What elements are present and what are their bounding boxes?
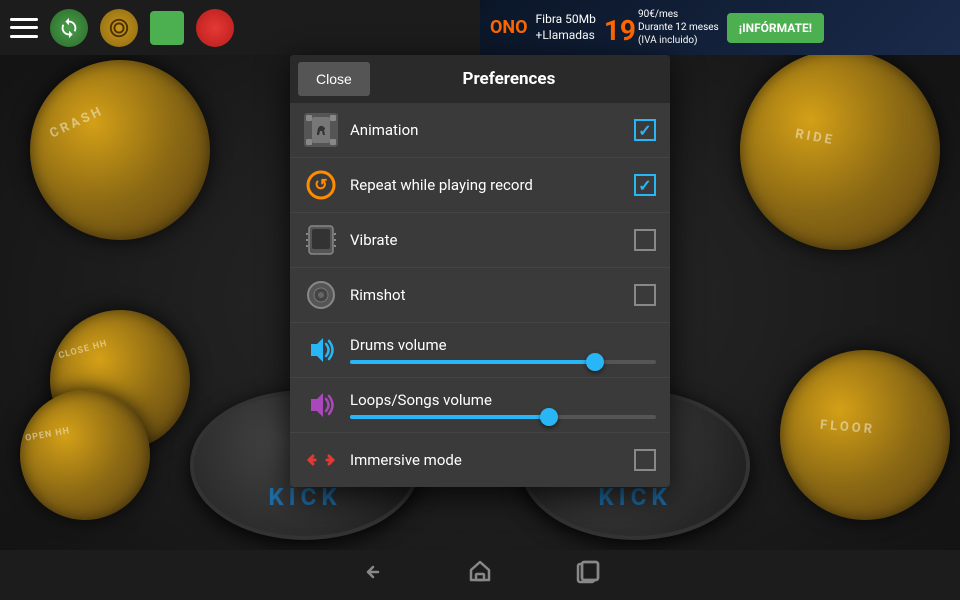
animation-label: Animation: [350, 121, 634, 139]
top-bar-controls: [10, 9, 234, 47]
vibrate-icon: [304, 223, 338, 257]
pref-item-vibrate: Vibrate: [290, 213, 670, 268]
refresh-button[interactable]: [50, 9, 88, 47]
pref-item-loops-volume: Loops/Songs volume: [290, 378, 670, 433]
bottom-nav: [0, 550, 960, 600]
rimshot-checkbox[interactable]: [634, 284, 656, 306]
ad-fiber-text: Fibra 50Mb +Llamadas: [536, 12, 596, 43]
settings-button[interactable]: [100, 9, 138, 47]
preferences-header: Close Preferences: [290, 55, 670, 103]
green-button[interactable]: [150, 11, 184, 45]
pref-item-rimshot: Rimshot: [290, 268, 670, 323]
loops-volume-thumb[interactable]: [540, 408, 558, 426]
loops-volume-icon: [304, 388, 338, 422]
immersive-checkbox[interactable]: [634, 449, 656, 471]
vibrate-label: Vibrate: [350, 231, 634, 249]
drums-volume-fill: [350, 360, 595, 364]
ad-brand: ONO: [490, 17, 528, 38]
pref-item-repeat: ↺ Repeat while playing record: [290, 158, 670, 213]
crash-cymbal[interactable]: CRASH: [30, 60, 210, 240]
floor-label: FLOOR: [819, 418, 875, 438]
back-button[interactable]: [358, 558, 386, 592]
kick-label-right: KICK: [598, 483, 671, 511]
drums-volume-thumb[interactable]: [586, 353, 604, 371]
ad-cta-button[interactable]: ¡INFÓRMATE!: [727, 13, 824, 43]
close-button[interactable]: Close: [298, 62, 370, 96]
svg-text:↺: ↺: [314, 175, 327, 194]
preferences-list: Animation ↺ Repeat while playing record: [290, 103, 670, 487]
repeat-icon: ↺: [304, 168, 338, 202]
ad-price-number: 19: [604, 14, 636, 47]
home-button[interactable]: [466, 558, 494, 592]
menu-button[interactable]: [10, 18, 38, 38]
loops-volume-fill: [350, 415, 549, 419]
preferences-panel: Close Preferences Animation: [290, 55, 670, 487]
close-hh-label: CLOSE HH: [58, 339, 109, 362]
ride-cymbal[interactable]: RIDE: [740, 50, 940, 250]
kick-label-left: KICK: [268, 483, 341, 511]
drums-volume-track[interactable]: [350, 360, 656, 364]
open-hh-label: OPEN HH: [24, 426, 70, 444]
rimshot-icon: [304, 278, 338, 312]
repeat-checkbox[interactable]: [634, 174, 656, 196]
loops-volume-track[interactable]: [350, 415, 656, 419]
pref-item-drums-volume: Drums volume: [290, 323, 670, 378]
preferences-title: Preferences: [378, 69, 670, 89]
repeat-label: Repeat while playing record: [350, 176, 634, 194]
loops-volume-slider-container: Loops/Songs volume: [350, 391, 656, 419]
recent-apps-button[interactable]: [574, 558, 602, 592]
pref-item-animation: Animation: [290, 103, 670, 158]
record-button[interactable]: [196, 9, 234, 47]
ad-banner: ONO Fibra 50Mb +Llamadas 19 90€/mes Dura…: [480, 0, 960, 55]
vibrate-checkbox[interactable]: [634, 229, 656, 251]
ad-price-block: 19 90€/mes Durante 12 meses (IVA incluid…: [604, 8, 719, 47]
immersive-label: Immersive mode: [350, 451, 634, 469]
crash-label: CRASH: [48, 103, 107, 141]
animation-checkbox[interactable]: [634, 119, 656, 141]
drums-volume-label: Drums volume: [350, 336, 656, 354]
rimshot-label: Rimshot: [350, 286, 634, 304]
drums-volume-slider-container: Drums volume: [350, 336, 656, 364]
pref-item-immersive: Immersive mode: [290, 433, 670, 487]
floor-cymbal[interactable]: FLOOR: [780, 350, 950, 520]
open-hh-cymbal[interactable]: OPEN HH: [20, 390, 150, 520]
animation-icon: [304, 113, 338, 147]
ad-price-detail: 90€/mes Durante 12 meses (IVA incluido): [638, 8, 719, 47]
loops-volume-label: Loops/Songs volume: [350, 391, 656, 409]
drums-volume-icon: [304, 333, 338, 367]
immersive-icon: [304, 443, 338, 477]
ride-label: RIDE: [794, 127, 836, 149]
